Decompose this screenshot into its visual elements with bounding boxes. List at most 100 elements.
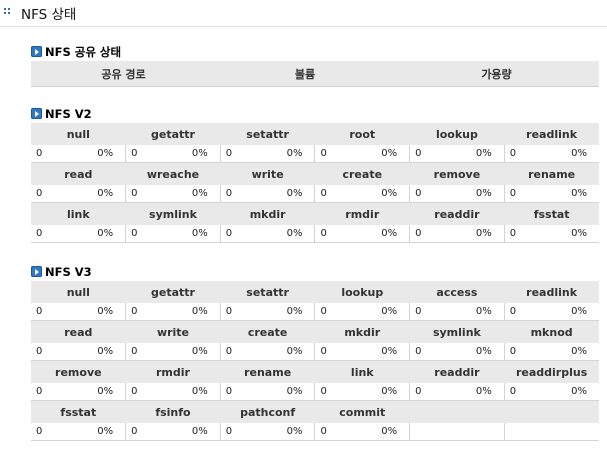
counter-count: 0 (504, 225, 549, 243)
column-header-share-path: 공유 경로 (31, 61, 216, 87)
counter-name: root (314, 123, 410, 145)
counter-name: mkdir (314, 320, 410, 343)
counter-name: pathconf (220, 400, 315, 423)
counter-percent: 0% (169, 343, 221, 361)
counter-percent: 0% (264, 145, 316, 163)
counter-count: 0 (125, 303, 170, 321)
counter-count (409, 423, 454, 441)
nfs-share-section: NFS 공유 상태 공유 경로 볼륨 가용량 (31, 45, 599, 87)
counter-name: fsstat (504, 202, 599, 225)
counter-percent: 0% (169, 383, 221, 401)
counter-percent: 0% (169, 225, 221, 243)
counter-count: 0 (220, 185, 265, 203)
counter-count: 0 (409, 383, 454, 401)
counter-count: 0 (31, 225, 76, 243)
counter-name: rmdir (125, 360, 221, 383)
counter-percent: 0% (75, 145, 127, 163)
counter-name-row: fsstat fsinfo pathconf commit (31, 400, 599, 423)
counter-percent: 0% (548, 145, 599, 163)
counter-name-row: link symlink mkdir rmdir readdir fsstat (31, 202, 599, 225)
counter-name: getattr (125, 281, 221, 303)
counter-name: remove (409, 162, 505, 185)
counter-count: 0 (220, 423, 265, 441)
counter-name: readdirplus (504, 360, 599, 383)
counter-percent: 0% (169, 145, 221, 163)
counter-count: 0 (31, 383, 76, 401)
counter-value-row: 0 0% 0 0% 0 0% 0 0% (31, 423, 599, 441)
counter-count: 0 (314, 303, 360, 321)
counter-count: 0 (31, 343, 76, 361)
nfs-v2-title-label: NFS V2 (45, 107, 92, 121)
counter-count: 0 (31, 423, 76, 441)
counter-percent: 0% (75, 343, 127, 361)
counter-percent: 0% (264, 303, 316, 321)
counter-percent: 0% (264, 383, 316, 401)
counter-count: 0 (31, 145, 76, 163)
counter-percent: 0% (548, 185, 599, 203)
counter-name: symlink (409, 320, 505, 343)
counter-count: 0 (125, 185, 170, 203)
counter-count: 0 (314, 383, 360, 401)
page-header: NFS 상태 (0, 0, 607, 27)
nfs-v3-section: NFS V3 null getattr setattr lookup access rea… (31, 265, 599, 441)
counter-percent: 0% (169, 423, 221, 441)
counter-name: wreache (125, 162, 221, 185)
counter-name: setattr (220, 281, 315, 303)
column-header-volume: 볼륨 (216, 61, 394, 87)
nfs-v3-title-label: NFS V3 (45, 265, 92, 279)
counter-name: symlink (125, 202, 221, 225)
counter-name: readdir (409, 360, 505, 383)
counter-name: mknod (504, 320, 599, 343)
counter-name: read (31, 162, 126, 185)
counter-percent: 0% (359, 303, 411, 321)
counter-value-row: 0 0% 0 0% 0 0% 0 0% 0 0% 0 0% (31, 303, 599, 321)
counter-percent: 0% (548, 303, 599, 321)
counter-percent: 0% (548, 225, 599, 243)
counter-percent: 0% (264, 185, 316, 203)
counter-name: lookup (409, 123, 505, 145)
counter-name-row: null getattr setattr root lookup readlink (31, 123, 599, 145)
counter-count: 0 (314, 343, 360, 361)
counter-percent: 0% (453, 303, 505, 321)
counter-name-row: read wreache write create remove rename (31, 162, 599, 185)
counter-name: commit (314, 400, 410, 423)
counter-name: rename (504, 162, 599, 185)
counter-count: 0 (409, 343, 454, 361)
counter-count: 0 (31, 303, 76, 321)
counter-percent: 0% (453, 383, 505, 401)
counter-percent: 0% (359, 145, 411, 163)
counter-value-row: 0 0% 0 0% 0 0% 0 0% 0 0% 0 0% (31, 185, 599, 203)
section-bullet-icon (31, 108, 42, 119)
section-bullet-icon (31, 266, 42, 277)
counter-count: 0 (409, 303, 454, 321)
counter-percent: 0% (264, 225, 316, 243)
counter-percent: 0% (359, 423, 411, 441)
counter-name-row: remove rmdir rename link readdir readdirplus (31, 360, 599, 383)
column-header-available: 가용량 (394, 61, 599, 87)
counter-count: 0 (409, 185, 454, 203)
counter-name: write (125, 320, 221, 343)
counter-percent (453, 423, 505, 441)
counter-count: 0 (125, 423, 170, 441)
counter-count: 0 (504, 303, 549, 321)
counter-name: fsstat (31, 400, 126, 423)
counter-name: create (220, 320, 315, 343)
counter-name: readlink (504, 281, 599, 303)
counter-count: 0 (125, 343, 170, 361)
counter-percent: 0% (453, 185, 505, 203)
nfs-v3-table: null getattr setattr lookup access readlink 0 0… (31, 281, 599, 441)
counter-percent: 0% (359, 225, 411, 243)
counter-name (409, 400, 505, 423)
counter-percent: 0% (359, 185, 411, 203)
nfs-v3-title: NFS V3 (31, 265, 599, 280)
counter-value-row: 0 0% 0 0% 0 0% 0 0% 0 0% 0 0% (31, 343, 599, 361)
section-bullet-icon (31, 46, 42, 57)
counter-name: create (314, 162, 410, 185)
counter-count: 0 (409, 145, 454, 163)
counter-name: null (31, 281, 126, 303)
counter-percent: 0% (264, 423, 316, 441)
counter-name: rename (220, 360, 315, 383)
counter-percent: 0% (453, 225, 505, 243)
counter-count: 0 (220, 225, 265, 243)
counter-percent: 0% (453, 343, 505, 361)
